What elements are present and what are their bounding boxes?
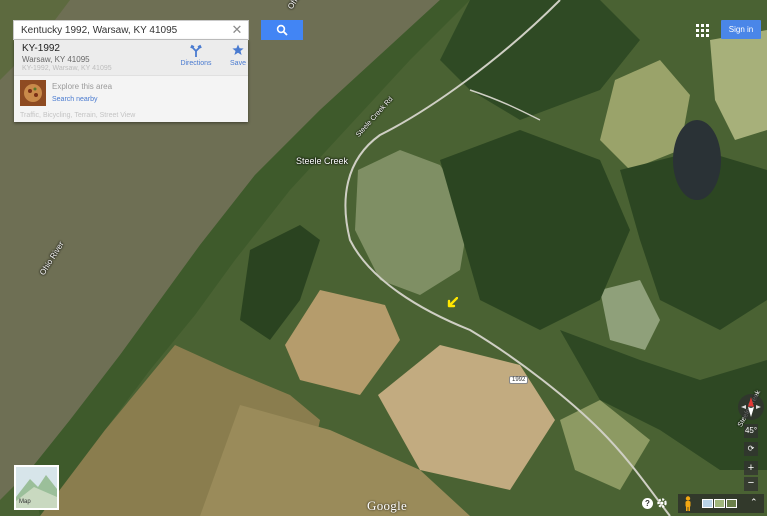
place-header[interactable]: KY-1992 Warsaw, KY 41095 KY-1992, Warsaw… xyxy=(14,40,248,75)
rotate-button[interactable]: ⟳ xyxy=(744,442,758,456)
directions-label: Directions xyxy=(180,60,212,67)
imagery-thumbnails[interactable] xyxy=(702,499,738,508)
star-icon xyxy=(232,44,244,55)
search-button[interactable] xyxy=(261,20,303,40)
expand-icon[interactable]: ⌃ xyxy=(750,497,758,508)
explore-title: Explore this area xyxy=(52,82,113,91)
zoom-out-button[interactable]: − xyxy=(744,477,758,491)
compass-icon xyxy=(741,397,761,417)
pegman-icon[interactable] xyxy=(684,496,692,511)
route-1992-shield: 1992 xyxy=(509,376,529,384)
google-logo: Google xyxy=(367,498,408,513)
place-address: Warsaw, KY 41095 xyxy=(22,55,90,64)
search-input[interactable] xyxy=(13,20,249,40)
directions-icon xyxy=(190,44,202,57)
location-arrow-icon xyxy=(447,297,458,308)
compass-button[interactable] xyxy=(738,394,764,420)
search-icon xyxy=(276,24,288,36)
save-button[interactable]: Save xyxy=(216,42,260,72)
save-label: Save xyxy=(230,60,246,67)
layers-faded-row: Traffic, Bicycling, Terrain, Street View xyxy=(20,112,136,119)
place-title: KY-1992 xyxy=(22,43,60,54)
help-icon[interactable]: ? xyxy=(642,498,653,509)
map-toggle-label: Map xyxy=(19,499,31,505)
sign-in-button[interactable]: Sign in xyxy=(721,20,761,39)
tilt-button[interactable]: 45° xyxy=(744,424,758,438)
zoom-in-button[interactable]: + xyxy=(744,461,758,475)
pond xyxy=(673,120,721,200)
explore-thumbnail xyxy=(20,80,46,106)
apps-grid-icon[interactable] xyxy=(696,24,710,38)
search-box: ✕ xyxy=(13,20,303,40)
explore-row[interactable]: Explore this area Search nearby xyxy=(14,75,248,111)
place-address-faint: KY-1992, Warsaw, KY 41095 xyxy=(22,65,112,72)
steele-creek-label: Steele Creek xyxy=(296,156,349,166)
search-nearby-link[interactable]: Search nearby xyxy=(52,96,98,103)
close-icon[interactable]: ✕ xyxy=(230,23,244,37)
directions-button[interactable]: Directions xyxy=(174,42,218,72)
map-view-toggle[interactable]: Map xyxy=(14,465,59,510)
gear-icon[interactable] xyxy=(656,497,668,509)
place-card: KY-1992 Warsaw, KY 41095 KY-1992, Warsaw… xyxy=(14,40,248,122)
